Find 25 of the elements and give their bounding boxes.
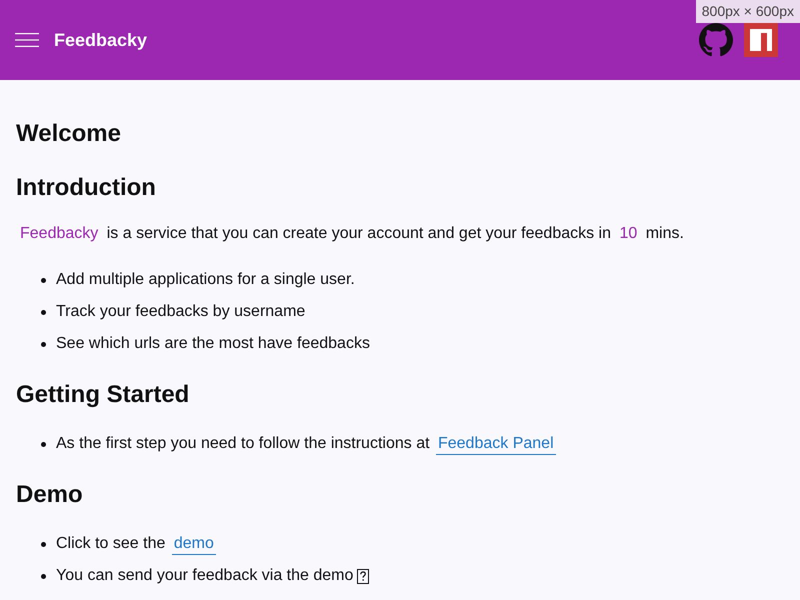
app-title: Feedbacky: [54, 29, 148, 51]
bullet-icon: [41, 574, 46, 578]
section-heading: Welcome: [16, 119, 121, 149]
section-heading: Getting Started: [16, 380, 190, 410]
list-item-text: You can send your feedback via the demo: [56, 566, 354, 586]
missing-glyph-icon: [357, 568, 370, 584]
list-item-text: Add multiple applications for a single user.: [56, 270, 355, 290]
bullet-icon: [41, 542, 46, 546]
inline-link[interactable]: demo: [172, 534, 216, 555]
intro-paragraph: Feedbacky is a service that you can create your account and get your feedbacks in 10 mins.: [19, 224, 684, 244]
viewport-size-label: 800px × 600px: [696, 0, 800, 23]
section-heading: Introduction: [16, 173, 156, 203]
square-logo-icon[interactable]: [744, 23, 778, 57]
list-item-text: As the first step you need to follow the instructions at Feedback Panel: [56, 432, 556, 456]
list-item-text: See which urls are the most have feedbacks: [56, 334, 370, 354]
menu-icon[interactable]: [15, 33, 39, 47]
list-item-text: Track your feedbacks by username: [56, 302, 306, 322]
bullet-icon: [41, 310, 46, 314]
bullet-icon: [41, 278, 46, 282]
inline-link[interactable]: Feedback Panel: [436, 434, 556, 455]
bullet-icon: [41, 342, 46, 346]
bullet-icon: [41, 442, 46, 446]
github-icon[interactable]: [699, 23, 733, 57]
section-heading: Demo: [16, 480, 83, 510]
list-item-text: Click to see the demo: [56, 532, 216, 556]
